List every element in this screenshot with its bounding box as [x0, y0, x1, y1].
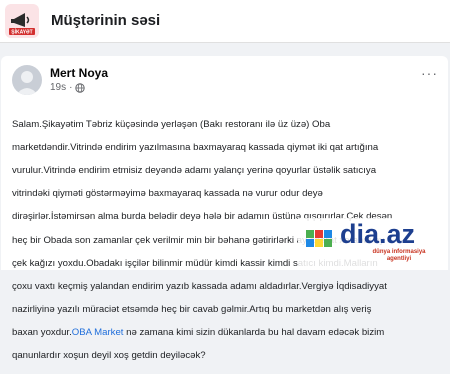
- post-meta: 19s ·: [50, 82, 86, 93]
- avatar[interactable]: [12, 65, 42, 95]
- post-line-with-link: baxan yoxdur.OBA Market nə zamana kimi s…: [12, 327, 442, 339]
- post-line: çoxu vaxtı keçmiş yalandan endirim yazıb…: [12, 280, 387, 292]
- post-line: vitrindəki qiyməti göstərməyimə baxmayar…: [12, 188, 323, 200]
- post-time[interactable]: 19s: [50, 82, 66, 93]
- post-line: nə zamana kimi sizin dükanlarda bu hal d…: [123, 327, 385, 339]
- group-title[interactable]: Müştərinin səsi: [51, 12, 160, 29]
- user-avatar-icon: [16, 71, 38, 95]
- group-header: ŞİKAYƏT Müştərinin səsi: [0, 0, 450, 43]
- watermark-logo-text: dia.az: [340, 219, 416, 249]
- group-logo[interactable]: ŞİKAYƏT: [5, 4, 39, 38]
- dia-watermark: dia.az dünya informasiya agentliyi: [298, 218, 438, 268]
- dia-logo-icon: [306, 230, 332, 247]
- watermark-tagline: dünya informasiya agentliyi: [372, 249, 426, 262]
- post-line: baxan yoxdur.: [12, 327, 72, 339]
- oba-market-link[interactable]: OBA Market: [72, 327, 124, 338]
- logo-badge-text: ŞİKAYƏT: [11, 29, 33, 36]
- post-author[interactable]: Mert Noya: [50, 66, 108, 80]
- globe-icon: [75, 82, 86, 93]
- post-line: nazirliyinə yazılı müraciət etsəmdə heç …: [12, 304, 372, 316]
- megaphone-icon: ŞİKAYƏT: [9, 13, 35, 36]
- post-line: qanunlardır xoşun deyil xoş getdin deyil…: [12, 350, 206, 362]
- post-line: vurulur.Vitrində endirim etmisiz deyəndə…: [12, 164, 377, 176]
- post-line: marketdəndir.Vitrində endirim yazılmasın…: [12, 141, 379, 153]
- post-line: Salam.Şikayətim Təbriz küçəsində yerləşə…: [12, 118, 331, 130]
- more-options-button[interactable]: ···: [421, 66, 438, 80]
- post-card: Mert Noya 19s · ··· Salam.Şikayətim Təbr…: [1, 56, 448, 361]
